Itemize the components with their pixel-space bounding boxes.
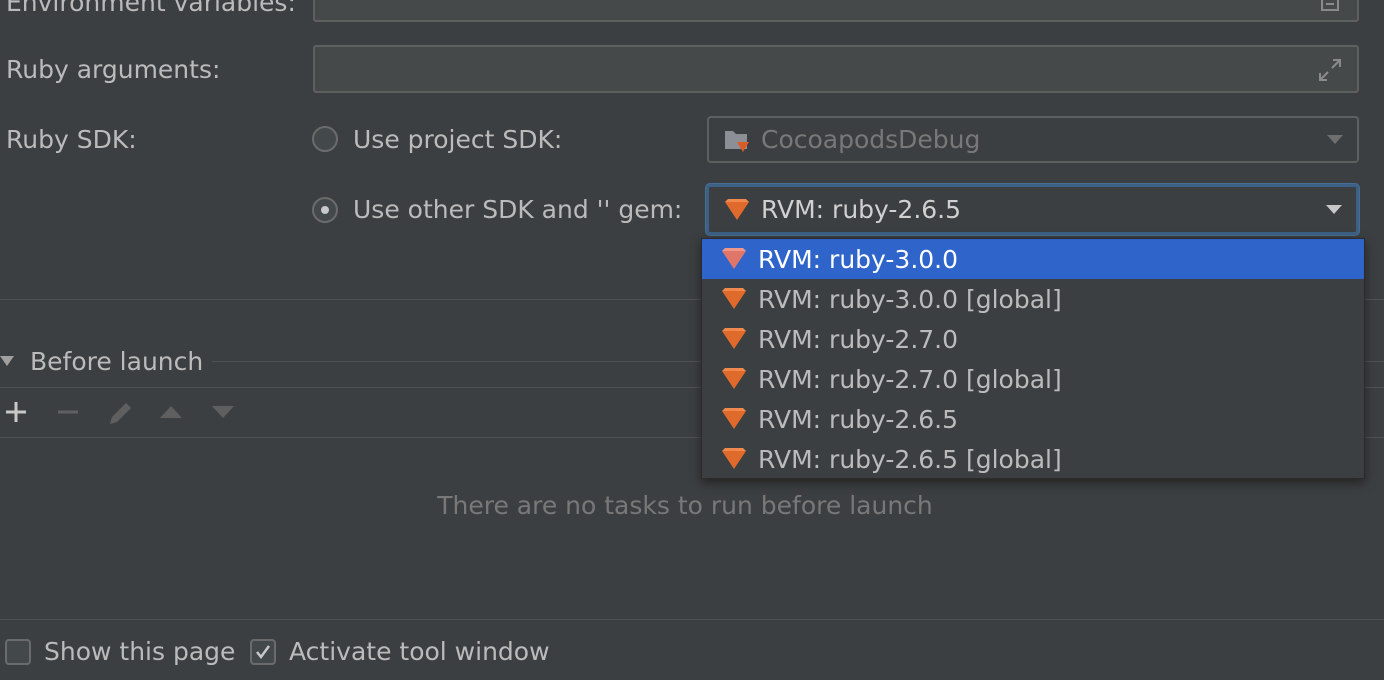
project-sdk-combo[interactable]: CocoapodsDebug <box>707 116 1359 163</box>
ruby-gem-icon <box>725 198 749 220</box>
before-launch-title: Before launch <box>30 347 204 376</box>
dropdown-item[interactable]: RVM: ruby-2.7.0 <box>702 319 1364 359</box>
chevron-down-icon <box>1327 134 1343 144</box>
expand-icon[interactable] <box>1317 57 1343 83</box>
show-page-label[interactable]: Show this page <box>44 637 235 666</box>
dropdown-item[interactable]: RVM: ruby-2.7.0 [global] <box>702 359 1364 399</box>
dropdown-item-label: RVM: ruby-2.6.5 <box>758 404 959 434</box>
add-icon[interactable] <box>4 398 28 426</box>
sdk-dropdown-popup: RVM: ruby-3.0.0 RVM: ruby-3.0.0 [global]… <box>701 238 1365 479</box>
use-other-sdk-label[interactable]: Use other SDK and '' gem: <box>353 195 682 224</box>
ruby-gem-icon <box>722 448 746 469</box>
project-folder-icon <box>725 130 749 152</box>
project-sdk-value: CocoapodsDebug <box>761 125 981 154</box>
remove-icon[interactable] <box>56 398 80 426</box>
move-down-icon[interactable] <box>210 398 236 426</box>
use-project-sdk-radio[interactable] <box>312 126 338 152</box>
activate-tool-window-label[interactable]: Activate tool window <box>289 637 550 666</box>
chevron-down-icon <box>1326 204 1342 214</box>
move-up-icon[interactable] <box>158 398 184 426</box>
dropdown-item[interactable]: RVM: ruby-3.0.0 <box>702 239 1364 279</box>
dropdown-item-label: RVM: ruby-3.0.0 [global] <box>758 284 1062 314</box>
before-launch-empty-text: There are no tasks to run before launch <box>437 491 933 520</box>
ruby-gem-icon <box>722 368 746 389</box>
other-sdk-value: RVM: ruby-2.6.5 <box>761 195 962 224</box>
activate-tool-window-checkbox[interactable] <box>250 639 276 665</box>
env-vars-label: Environment variables: <box>6 0 296 17</box>
ruby-arguments-label: Ruby arguments: <box>6 55 221 84</box>
dropdown-item-label: RVM: ruby-3.0.0 <box>758 244 959 274</box>
ruby-sdk-label: Ruby SDK: <box>6 125 137 154</box>
dropdown-item-label: RVM: ruby-2.7.0 [global] <box>758 364 1062 394</box>
dropdown-item-label: RVM: ruby-2.6.5 [global] <box>758 444 1062 474</box>
use-project-sdk-label[interactable]: Use project SDK: <box>353 125 562 154</box>
ruby-arguments-field[interactable] <box>313 45 1359 93</box>
use-other-sdk-radio[interactable] <box>312 197 338 223</box>
dropdown-item[interactable]: RVM: ruby-2.6.5 <box>702 399 1364 439</box>
other-sdk-combo[interactable]: RVM: ruby-2.6.5 <box>706 184 1359 235</box>
dropdown-item[interactable]: RVM: ruby-2.6.5 [global] <box>702 439 1364 479</box>
document-icon[interactable] <box>1319 0 1341 12</box>
ruby-gem-icon <box>722 288 746 309</box>
dropdown-item-label: RVM: ruby-2.7.0 <box>758 324 959 354</box>
ruby-gem-icon <box>722 328 746 349</box>
show-page-checkbox[interactable] <box>5 639 31 665</box>
dropdown-item[interactable]: RVM: ruby-3.0.0 [global] <box>702 279 1364 319</box>
ruby-gem-icon <box>722 248 746 269</box>
env-vars-field[interactable] <box>313 0 1359 22</box>
checkmark-icon <box>256 645 271 660</box>
edit-pencil-icon[interactable] <box>106 398 134 428</box>
footer-divider <box>0 619 1384 620</box>
collapse-triangle-icon[interactable] <box>0 356 14 368</box>
ruby-gem-icon <box>722 408 746 429</box>
